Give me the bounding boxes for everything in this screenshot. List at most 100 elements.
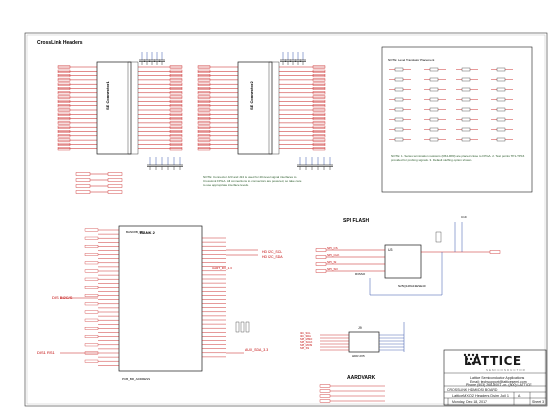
net-flag <box>84 261 99 265</box>
translator-symbol <box>461 77 471 82</box>
translator-symbol <box>394 97 404 102</box>
aardvark-ref: J9 <box>358 326 362 330</box>
tb-rev: A <box>518 394 521 398</box>
net-flag <box>315 269 327 273</box>
net-flag <box>84 335 99 338</box>
tb-sheet: Sheet 3 <box>532 400 545 404</box>
bank-note-2: HD I2C_SDA <box>262 255 283 259</box>
translator-symbol <box>461 87 471 92</box>
spi-flash-title: SPI FLASH <box>343 218 370 224</box>
level-translator-nets <box>75 172 123 194</box>
aardvark-net-label: SPI_SS <box>300 347 310 350</box>
table-title: NOTE: Level Translator Placement <box>388 58 435 62</box>
translator-symbol <box>429 77 439 82</box>
bank-left-pin-label: BANK8B_RP <box>126 230 144 234</box>
connector-note: NOTE: Connector J23 and J24 is used for … <box>203 175 302 187</box>
bank2-right-wires <box>202 237 226 358</box>
translator-symbol <box>429 87 439 92</box>
aardvark-title: AARDVARK <box>347 375 376 381</box>
flash-ref: U3 <box>388 248 393 252</box>
net-flag <box>84 294 99 297</box>
connector2-left-wires <box>197 65 238 151</box>
nets-label-2: DIS1 RS1 <box>37 350 55 355</box>
translator-symbol <box>394 137 404 142</box>
translator-symbol <box>461 137 471 142</box>
net-flag <box>84 236 99 240</box>
net-flag <box>107 178 123 182</box>
connector1-label: SE Connector1 <box>105 81 110 110</box>
connector1-right-wires <box>138 65 183 151</box>
net-flag <box>107 184 123 188</box>
resistor <box>245 321 250 333</box>
translator-symbol <box>394 127 404 132</box>
connector2-block <box>237 61 280 155</box>
translator-symbol <box>496 117 506 122</box>
bank2-body <box>118 225 203 372</box>
net-flag <box>84 327 99 330</box>
net-flag <box>75 184 91 188</box>
translator-symbol <box>461 67 471 72</box>
net-flag <box>84 318 99 322</box>
translator-symbol <box>496 77 506 82</box>
net-flag <box>489 250 501 254</box>
net-flag <box>315 255 327 259</box>
net-flag <box>84 359 99 363</box>
wire <box>369 252 443 296</box>
net-flag <box>84 253 99 256</box>
translator-symbol <box>461 117 471 122</box>
net-flag <box>319 399 331 403</box>
translator-symbol <box>394 77 404 82</box>
flash-device: N25Q128A13ESE40 <box>398 284 426 288</box>
net-flag <box>319 394 331 398</box>
net-flag <box>315 248 327 252</box>
translator-symbol <box>429 117 439 122</box>
nets-label-1: DIS BI2C/S <box>52 295 73 300</box>
translator-symbol <box>394 67 404 72</box>
net-flag <box>315 262 327 266</box>
net-flag <box>84 310 99 314</box>
connector1-left-wires <box>57 65 97 151</box>
tb-drawing: LatticeMXO2 Headers Dsim Joil 1 <box>452 394 509 398</box>
flash-net-label: SPI_SI <box>327 260 337 264</box>
net-flag <box>319 384 331 388</box>
connector1-body <box>96 61 132 155</box>
flash-resistor: R3SSO <box>355 272 366 276</box>
translator-symbol <box>394 117 404 122</box>
flash-cap: C19 <box>461 215 467 219</box>
net-flag <box>84 228 99 232</box>
net-flag <box>75 190 91 194</box>
net-flag <box>75 178 91 182</box>
connector2-side-pins <box>268 61 280 155</box>
aardvark-connector <box>348 331 380 353</box>
lattice-logo-mark-icon <box>463 353 479 365</box>
translator-symbol <box>461 127 471 132</box>
schematic-sheet: CrossLink Headers SPI FLASH AARDVARK BAN… <box>0 0 554 415</box>
level-translator-entries <box>389 67 513 142</box>
connector1-top-caps <box>139 52 165 65</box>
net-flag <box>84 269 99 273</box>
net-flag <box>107 172 123 176</box>
net-flag <box>107 190 123 194</box>
net-flag <box>84 302 99 306</box>
tb-date: Monday, Dec 18, 2017 <box>452 400 487 404</box>
flash-net-label: SPI_SO <box>327 267 338 271</box>
connector2-body <box>237 61 273 155</box>
translator-symbol <box>496 67 506 72</box>
tb-line3: Phone (503) 268-8001 -or- (800) LATTICE <box>466 383 532 387</box>
crosslink-headers-title: CrossLink Headers <box>37 40 83 46</box>
aardvark-connector-label: HDR 2X5 <box>352 354 365 358</box>
bank-note-1: HD I2C_SCL <box>262 250 283 254</box>
connector2-right-wires <box>279 65 326 151</box>
connector2-label: SE Connector2 <box>249 81 254 110</box>
connector1-block <box>96 61 139 155</box>
aardvark-wires <box>319 322 405 403</box>
translator-symbol <box>429 67 439 72</box>
translator-symbol <box>496 127 506 132</box>
resistor <box>235 321 240 333</box>
nets-label-3: UART_RX_1.3 <box>212 266 232 270</box>
net-flag <box>84 277 99 281</box>
table-note: NOTE: 1. Series termination resistors (R… <box>391 154 525 162</box>
connector1-side-pins <box>127 61 139 155</box>
net-flag <box>75 172 91 176</box>
translator-symbol <box>429 107 439 112</box>
